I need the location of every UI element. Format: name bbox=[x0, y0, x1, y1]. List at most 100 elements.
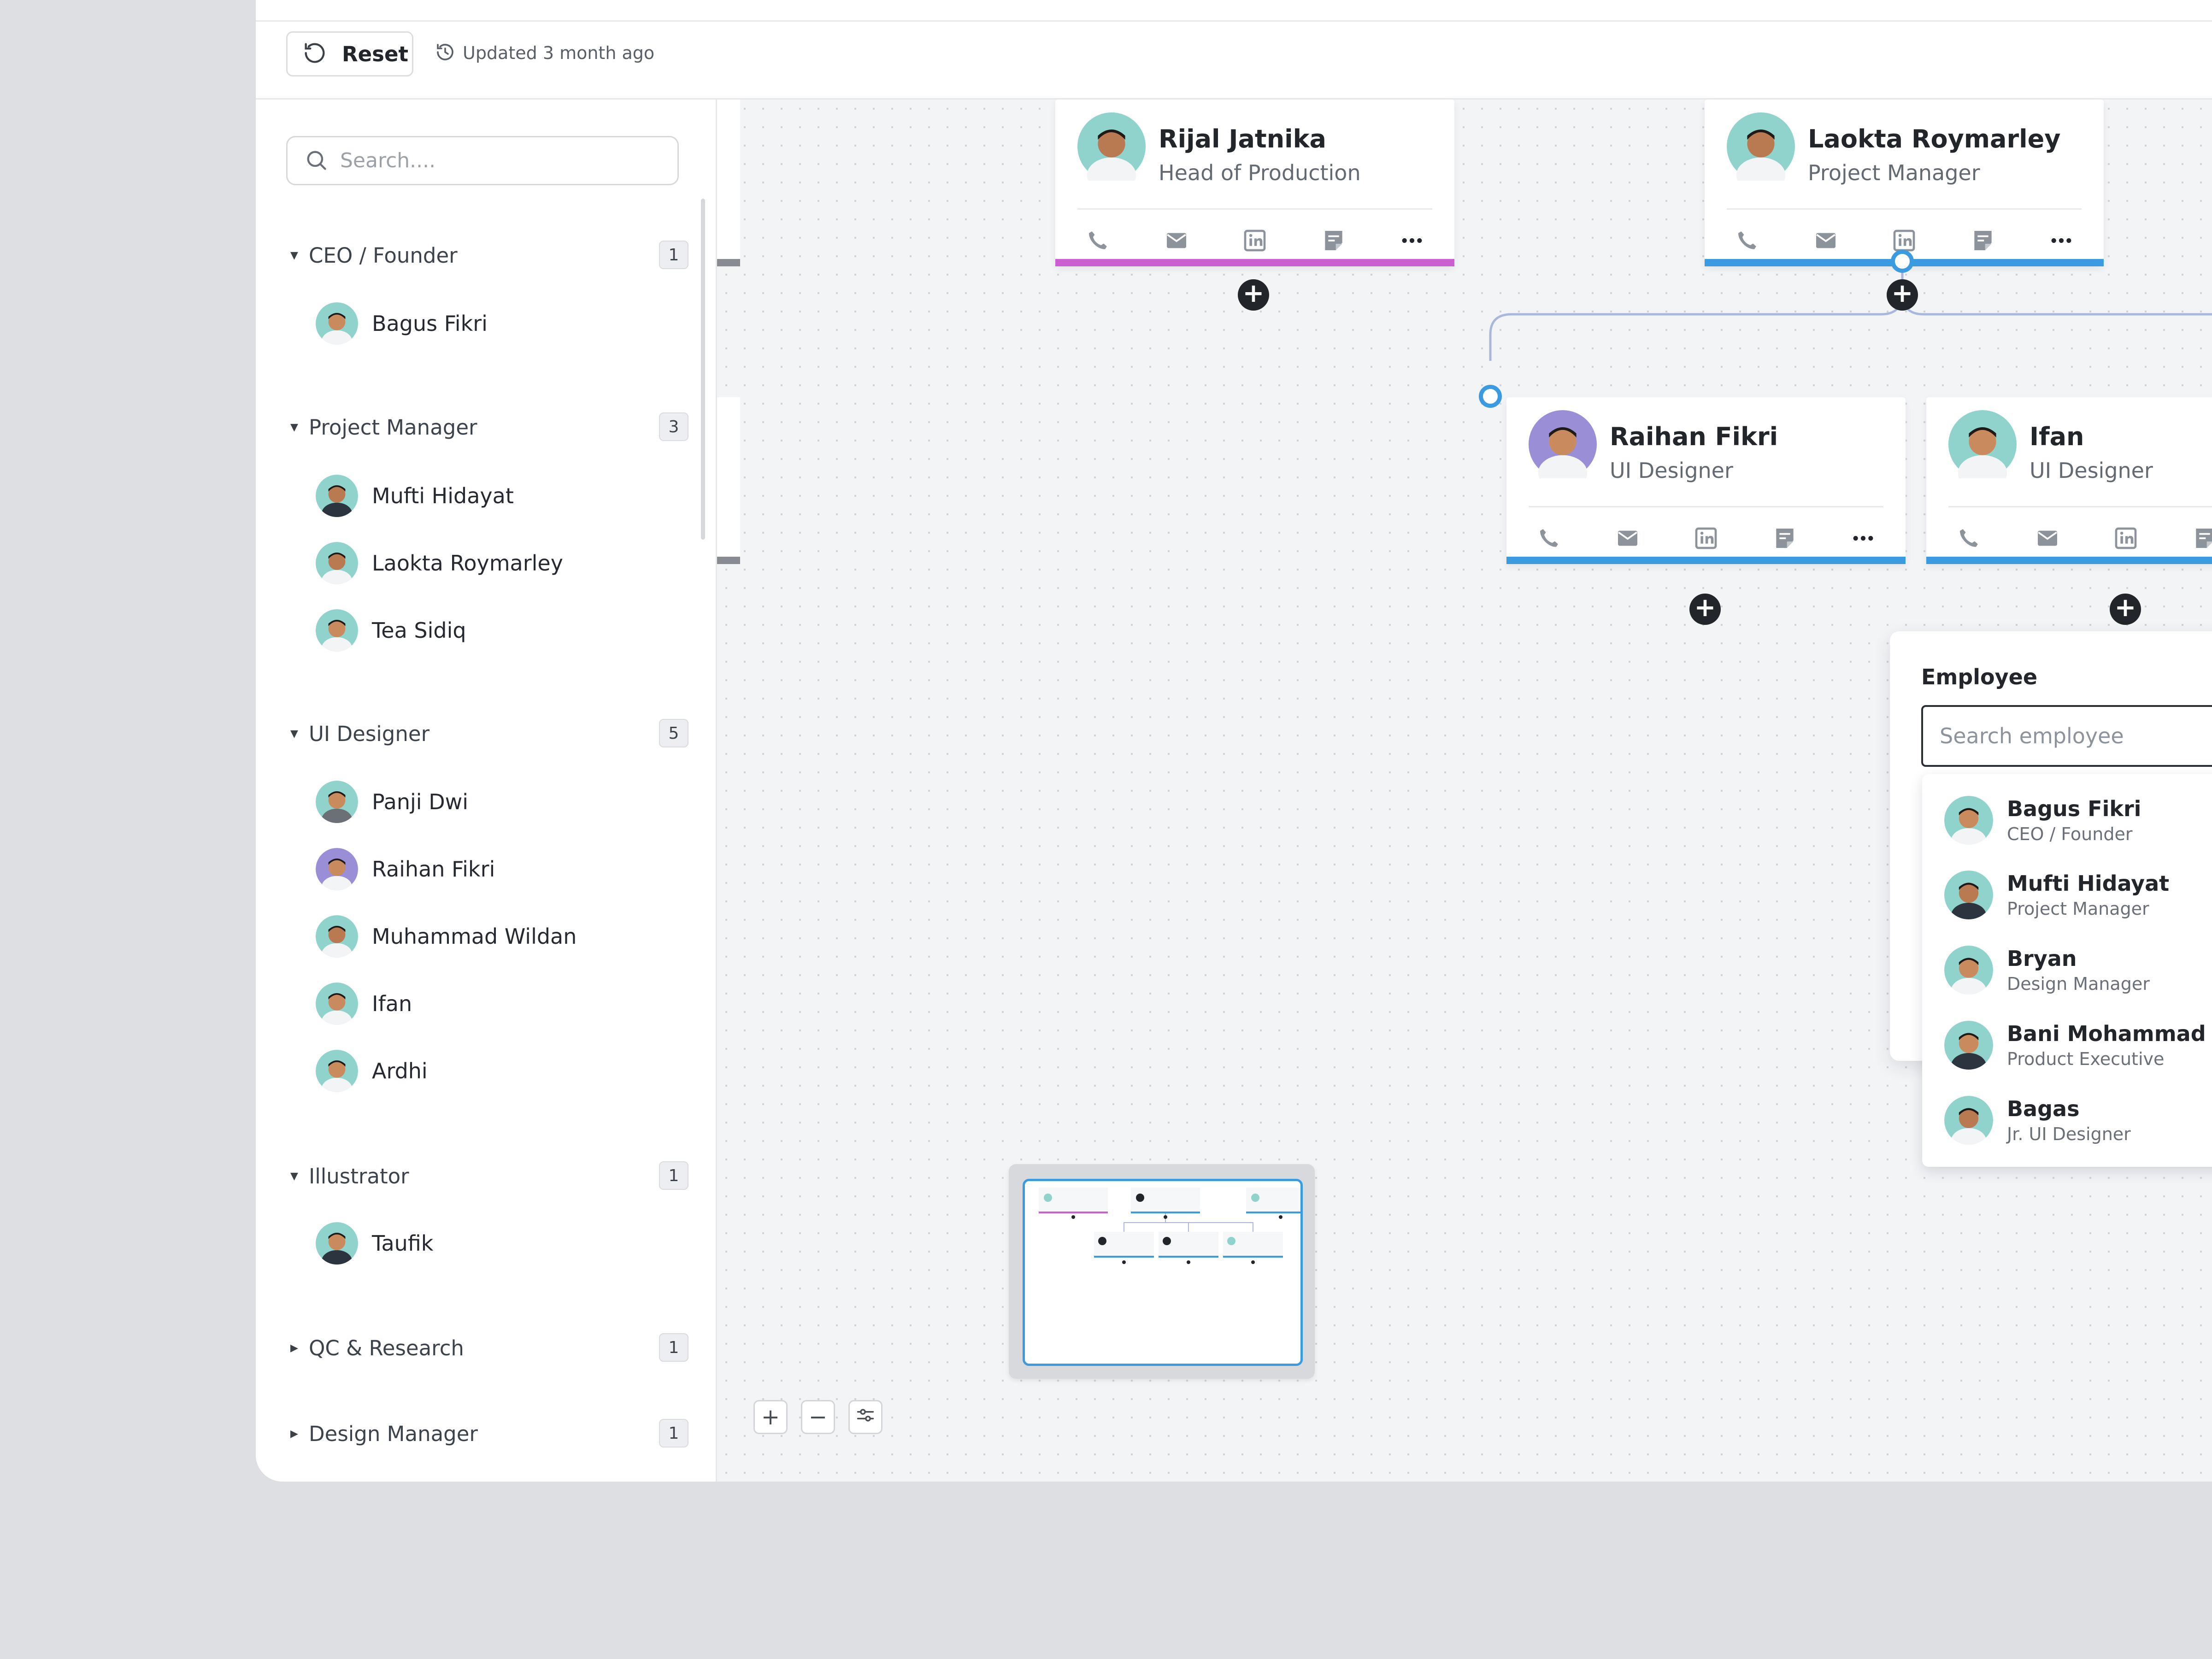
connector-node[interactable] bbox=[1479, 385, 1502, 408]
employee-name: Bagus Fikri bbox=[2007, 796, 2141, 821]
group-title: CEO / Founder bbox=[309, 243, 458, 268]
group-qc-research[interactable]: ▶ QC & Research 1 bbox=[290, 1333, 688, 1362]
settings-button[interactable] bbox=[848, 1400, 882, 1434]
more-icon[interactable] bbox=[1850, 525, 1876, 553]
group-ui-designer[interactable]: ▼ UI Designer 5 bbox=[290, 719, 688, 747]
mail-icon[interactable] bbox=[2035, 525, 2060, 553]
avatar bbox=[1944, 871, 1993, 919]
sidebar-person[interactable]: Raihan Fikri bbox=[316, 847, 495, 891]
card-name: Rijal Jatnika bbox=[1159, 124, 1326, 153]
card-name: Ifan bbox=[2030, 422, 2084, 451]
card-divider bbox=[1948, 506, 2212, 507]
more-icon[interactable] bbox=[1399, 228, 1425, 255]
employee-role: Design Manager bbox=[2007, 974, 2150, 994]
employee-option[interactable]: Bani Mohammad Product Executive bbox=[1944, 1013, 2206, 1077]
linkedin-icon[interactable] bbox=[1242, 228, 1268, 255]
employee-option[interactable]: Bagas Jr. UI Designer bbox=[1944, 1088, 2131, 1153]
caret-right-icon: ▶ bbox=[290, 1428, 298, 1440]
group-design-manager[interactable]: ▶ Design Manager 1 bbox=[290, 1419, 688, 1447]
linkedin-icon[interactable] bbox=[1693, 525, 1719, 553]
avatar bbox=[1944, 1021, 1993, 1070]
add-child-button[interactable]: + bbox=[1887, 279, 1918, 311]
mail-icon[interactable] bbox=[1615, 525, 1641, 553]
avatar bbox=[316, 302, 358, 345]
sidebar-search-input[interactable]: Search.... bbox=[286, 136, 679, 185]
zoom-out-button[interactable]: − bbox=[801, 1400, 835, 1434]
employee-option[interactable]: Bryan Design Manager bbox=[1944, 938, 2150, 1002]
avatar bbox=[1944, 796, 1993, 845]
avatar bbox=[1727, 112, 1795, 193]
employee-search-placeholder: Search employee bbox=[1940, 724, 2124, 748]
phone-icon[interactable] bbox=[1956, 525, 1982, 553]
mail-icon[interactable] bbox=[1164, 228, 1189, 255]
phone-icon[interactable] bbox=[1536, 525, 1562, 553]
employee-option[interactable]: Mufti Hidayat Project Manager bbox=[1944, 863, 2169, 927]
zoom-in-button[interactable]: + bbox=[753, 1400, 788, 1434]
phone-icon[interactable] bbox=[1085, 228, 1111, 255]
avatar bbox=[316, 1222, 358, 1265]
employee-role: CEO / Founder bbox=[2007, 824, 2133, 844]
caret-down-icon: ▼ bbox=[290, 421, 298, 433]
person-name: Panji Dwi bbox=[372, 789, 469, 814]
employee-option[interactable]: Bagus Fikri CEO / Founder bbox=[1944, 788, 2141, 853]
mail-icon[interactable] bbox=[1813, 228, 1839, 255]
card-role: UI Designer bbox=[2030, 458, 2153, 483]
group-title: QC & Research bbox=[309, 1335, 464, 1360]
person-name: Muhammad Wildan bbox=[372, 924, 577, 949]
group-project-manager[interactable]: ▼ Project Manager 3 bbox=[290, 412, 688, 441]
note-icon[interactable] bbox=[1321, 228, 1347, 255]
sidebar-person[interactable]: Panji Dwi bbox=[316, 780, 468, 824]
sidebar-person[interactable]: Laokta Roymarley bbox=[316, 541, 563, 585]
avatar bbox=[316, 982, 358, 1025]
person-name: Ifan bbox=[372, 991, 412, 1016]
sidebar: Search.... ▼ CEO / Founder 1 Bagus Fikri… bbox=[256, 100, 717, 1482]
minimap[interactable] bbox=[1009, 1164, 1315, 1379]
minimap-viewport[interactable] bbox=[1023, 1179, 1303, 1366]
card-divider bbox=[1529, 506, 1883, 507]
linkedin-icon[interactable] bbox=[2113, 525, 2139, 553]
sidebar-person[interactable]: Muhammad Wildan bbox=[316, 914, 577, 959]
group-illustrator[interactable]: ▼ Illustrator 1 bbox=[290, 1161, 688, 1190]
sidebar-scrollbar[interactable] bbox=[701, 199, 705, 540]
toolbar: Reset Updated 3 month ago bbox=[256, 22, 2212, 100]
phone-icon[interactable] bbox=[1734, 228, 1760, 255]
add-child-button[interactable]: + bbox=[2110, 594, 2141, 625]
plus-icon: + bbox=[1891, 278, 1913, 308]
org-card-rijal-jatnika[interactable]: Rijal Jatnika Head of Production bbox=[1055, 100, 1454, 266]
sidebar-person[interactable]: Mufti Hidayat bbox=[316, 474, 514, 518]
org-card-raihan-fikri[interactable]: Raihan Fikri UI Designer bbox=[1506, 397, 1906, 564]
card-accent-bar bbox=[1506, 557, 1906, 564]
group-count: 1 bbox=[659, 1333, 688, 1362]
person-name: Bagus Fikri bbox=[372, 311, 488, 336]
person-name: Mufti Hidayat bbox=[372, 483, 514, 508]
add-child-button[interactable]: + bbox=[1238, 279, 1269, 311]
note-icon[interactable] bbox=[1772, 525, 1798, 553]
group-count: 3 bbox=[659, 412, 688, 441]
caret-down-icon: ▼ bbox=[290, 728, 298, 740]
group-title: Design Manager bbox=[309, 1421, 478, 1446]
employee-role: Product Executive bbox=[2007, 1049, 2165, 1069]
org-card-laokta-roymarley[interactable]: Laokta Roymarley Project Manager bbox=[1705, 100, 2104, 266]
sidebar-person[interactable]: Ifan bbox=[316, 982, 412, 1026]
note-icon[interactable] bbox=[1970, 228, 1996, 255]
avatar bbox=[316, 542, 358, 584]
avatar bbox=[1944, 946, 1993, 994]
card-accent-bar bbox=[1926, 557, 2212, 564]
more-icon[interactable] bbox=[2048, 228, 2074, 255]
reset-label: Reset bbox=[342, 41, 408, 66]
person-name: Tea Sidiq bbox=[372, 618, 466, 643]
sidebar-person[interactable]: Taufik bbox=[316, 1221, 433, 1265]
reset-button[interactable]: Reset bbox=[286, 31, 413, 76]
group-count: 5 bbox=[659, 719, 688, 747]
note-icon[interactable] bbox=[2192, 525, 2212, 553]
updated-text: Updated 3 month ago bbox=[463, 43, 655, 63]
org-card-ifan[interactable]: Ifan UI Designer bbox=[1926, 397, 2212, 564]
sidebar-person[interactable]: Ardhi bbox=[316, 1049, 428, 1093]
sidebar-person[interactable]: Bagus Fikri bbox=[316, 301, 488, 346]
connector-node[interactable] bbox=[1891, 250, 1914, 273]
employee-search-input[interactable]: Search employee bbox=[1921, 705, 2212, 767]
add-child-button[interactable]: + bbox=[1689, 594, 1721, 625]
sidebar-person[interactable]: Tea Sidiq bbox=[316, 608, 466, 653]
group-ceo-founder[interactable]: ▼ CEO / Founder 1 bbox=[290, 241, 688, 269]
avatar bbox=[1529, 410, 1597, 491]
